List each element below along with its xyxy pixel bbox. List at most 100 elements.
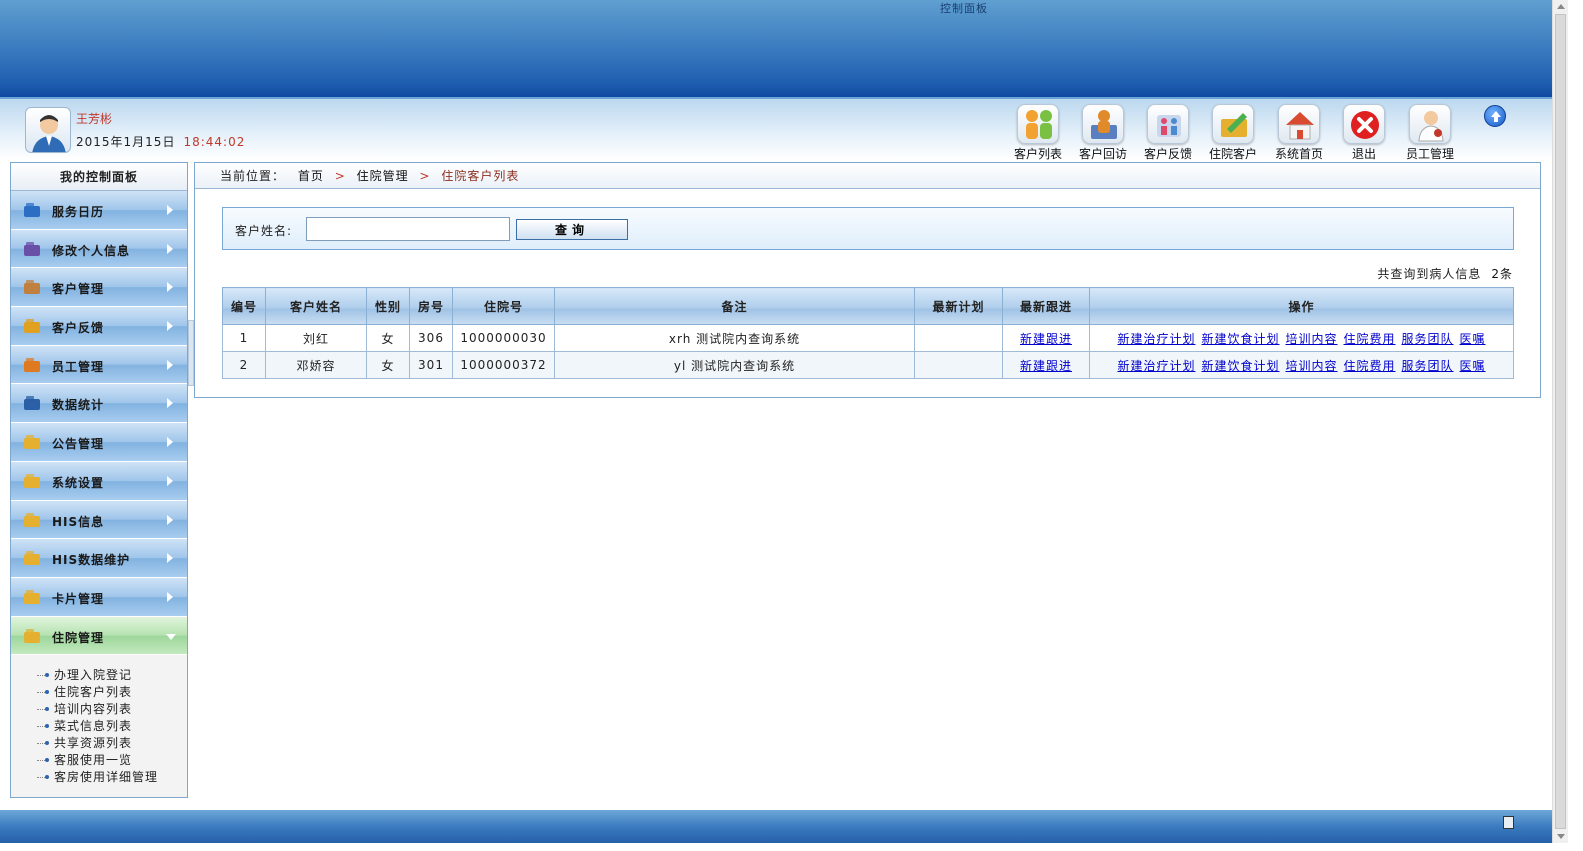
submenu-item[interactable]: 共享资源列表 (37, 735, 187, 752)
action-link[interactable]: 新建治疗计划 (1117, 332, 1195, 346)
cell-plan (914, 324, 1003, 352)
new-followup-link[interactable]: 新建跟进 (1020, 359, 1072, 373)
result-count: 2条 (1491, 267, 1513, 281)
sidebar-item[interactable]: 公告管理 (11, 423, 187, 462)
breadcrumb: 当前位置： 首页 > 住院管理 > 住院客户列表 (195, 163, 1540, 189)
chevron-right-icon (167, 553, 173, 564)
submenu-item[interactable]: 客服使用一览 (37, 752, 187, 769)
toolbar-label: 客户列表 (1013, 147, 1062, 161)
page-icon[interactable] (1503, 816, 1514, 829)
sidebar-item[interactable]: 员工管理 (11, 345, 187, 385)
action-link[interactable]: 住院费用 (1344, 359, 1396, 373)
sidebar-item[interactable]: 服务日历 (11, 191, 187, 230)
user-avatar-icon (32, 115, 66, 152)
app-window: 控制面板 王芳彬 2015年1月15日 18:44:02 客户列表 客户回访 客… (0, 0, 1583, 851)
cell-note: xrh 测试院内查询系统 (554, 324, 915, 352)
new-followup-link[interactable]: 新建跟进 (1020, 332, 1072, 346)
sidebar-submenu: 办理入院登记 住院客户列表 培训内容列表 菜式信息列表 共享资源列表 客服使用一览 客房使用… (11, 655, 187, 786)
scroll-down-icon[interactable] (1557, 834, 1565, 839)
sidebar-item[interactable]: 数据统计 (11, 384, 187, 424)
toolbar-label: 系统首页 (1274, 147, 1323, 161)
sidebar-item[interactable]: 住院管理 (11, 616, 187, 656)
sidebar-item-label: 服务日历 (52, 205, 105, 219)
customer-name-input[interactable] (306, 217, 510, 241)
cell-admission: 1000000372 (452, 351, 555, 379)
cell-plan (914, 351, 1003, 379)
toolbar-staff[interactable]: 员工管理 (1400, 104, 1460, 162)
folder-icon (23, 433, 41, 451)
toolbar-customer-feedback[interactable]: 客户反馈 (1138, 104, 1198, 162)
cell-gender: 女 (366, 324, 410, 352)
action-link[interactable]: 新建饮食计划 (1201, 359, 1279, 373)
action-link[interactable]: 培训内容 (1285, 332, 1337, 346)
result-summary-text: 共查询到病人信息 (1377, 267, 1482, 281)
sidebar-item-label: 卡片管理 (52, 591, 105, 606)
breadcrumb-home[interactable]: 首页 (298, 169, 324, 183)
action-link[interactable]: 新建治疗计划 (1117, 359, 1195, 373)
breadcrumb-section[interactable]: 住院管理 (357, 169, 409, 183)
user-date: 2015年1月15日 (76, 135, 176, 149)
action-link[interactable]: 医嘱 (1460, 332, 1486, 346)
action-link[interactable]: 新建饮食计划 (1201, 332, 1279, 346)
column-header: 最新计划 (914, 287, 1003, 325)
toolbar-customer-list[interactable]: 客户列表 (1008, 104, 1068, 162)
submenu-item[interactable]: 客房使用详细管理 (37, 769, 187, 786)
visit-icon (1082, 104, 1124, 144)
folder-icon (23, 549, 41, 567)
chevron-right-icon (167, 398, 173, 409)
sidebar-item[interactable]: 修改个人信息 (11, 229, 187, 269)
home-icon (1278, 104, 1320, 144)
cell-admission: 1000000030 (452, 324, 555, 352)
column-header: 备注 (554, 287, 915, 325)
column-header: 最新跟进 (1002, 287, 1090, 325)
toolbar-inpatient[interactable]: 住院客户 (1203, 104, 1263, 162)
sidebar-item-label: 客户反馈 (52, 321, 105, 336)
sidebar-item-label: 公告管理 (52, 437, 105, 452)
action-link[interactable]: 服务团队 (1402, 332, 1454, 346)
sidebar-item[interactable]: 卡片管理 (11, 577, 187, 617)
toolbar-exit[interactable]: 退出 (1334, 104, 1394, 162)
scroll-thumb[interactable] (1555, 14, 1566, 829)
chevron-right-icon (167, 205, 173, 215)
submenu-item[interactable]: 培训内容列表 (37, 701, 187, 718)
cell-name: 刘红 (265, 324, 367, 352)
scroll-up-icon[interactable] (1557, 4, 1565, 9)
action-link[interactable]: 住院费用 (1344, 332, 1396, 346)
column-header: 性别 (366, 287, 410, 325)
cell-follow: 新建跟进 (1002, 351, 1090, 379)
toolbar-label: 员工管理 (1405, 147, 1454, 161)
sidebar-menu: 服务日历修改个人信息 客户管理客户反馈员工管理数据统计公告管理系统设置 HIS信息 H… (11, 191, 187, 656)
toolbar-label: 住院客户 (1208, 147, 1257, 161)
action-link[interactable]: 服务团队 (1402, 359, 1454, 373)
sidebar-item-label: 数据统计 (52, 398, 105, 413)
search-button[interactable]: 查询 (516, 219, 628, 240)
vertical-scrollbar[interactable] (1552, 0, 1568, 843)
toolbar-customer-visit[interactable]: 客户回访 (1073, 104, 1133, 162)
action-link[interactable]: 医嘱 (1460, 359, 1486, 373)
toolbar-home[interactable]: 系统首页 (1269, 104, 1329, 162)
submenu-item[interactable]: 住院客户列表 (37, 684, 187, 701)
sidebar-item[interactable]: 客户反馈 (11, 307, 187, 346)
result-summary: 共查询到病人信息 2条 (1377, 265, 1513, 282)
submenu-item[interactable]: 菜式信息列表 (37, 718, 187, 735)
column-header: 客户姓名 (265, 287, 367, 325)
chevron-right-icon (167, 359, 173, 370)
sidebar-item[interactable]: 客户管理 (11, 268, 187, 308)
sidebar-item[interactable]: HIS信息 (11, 500, 187, 540)
cell-name: 邓娇容 (265, 351, 367, 379)
chevron-right-icon (167, 437, 173, 448)
exit-icon (1343, 104, 1385, 144)
action-link[interactable]: 培训内容 (1285, 359, 1337, 373)
table-body: 1 刘红女 306 1000000030 xrh 测试院内查询系统 新建跟进 新建治疗计划新… (222, 324, 1514, 379)
user-datetime: 2015年1月15日 18:44:02 (76, 133, 245, 150)
clock-icon (23, 201, 41, 219)
sidebar-item[interactable]: HIS数据维护 (11, 539, 187, 578)
sidebar-item[interactable]: 系统设置 (11, 461, 187, 501)
submenu-item[interactable]: 办理入院登记 (37, 667, 187, 684)
folder-icon (23, 511, 41, 529)
scroll-top-button[interactable] (1484, 105, 1506, 127)
column-header: 操作 (1089, 287, 1514, 325)
arrow-up-icon (1491, 111, 1501, 122)
main-panel: 当前位置： 首页 > 住院管理 > 住院客户列表 客户姓名: 查询 共查询到病人… (194, 162, 1541, 398)
user-time: 18:44:02 (183, 135, 246, 149)
